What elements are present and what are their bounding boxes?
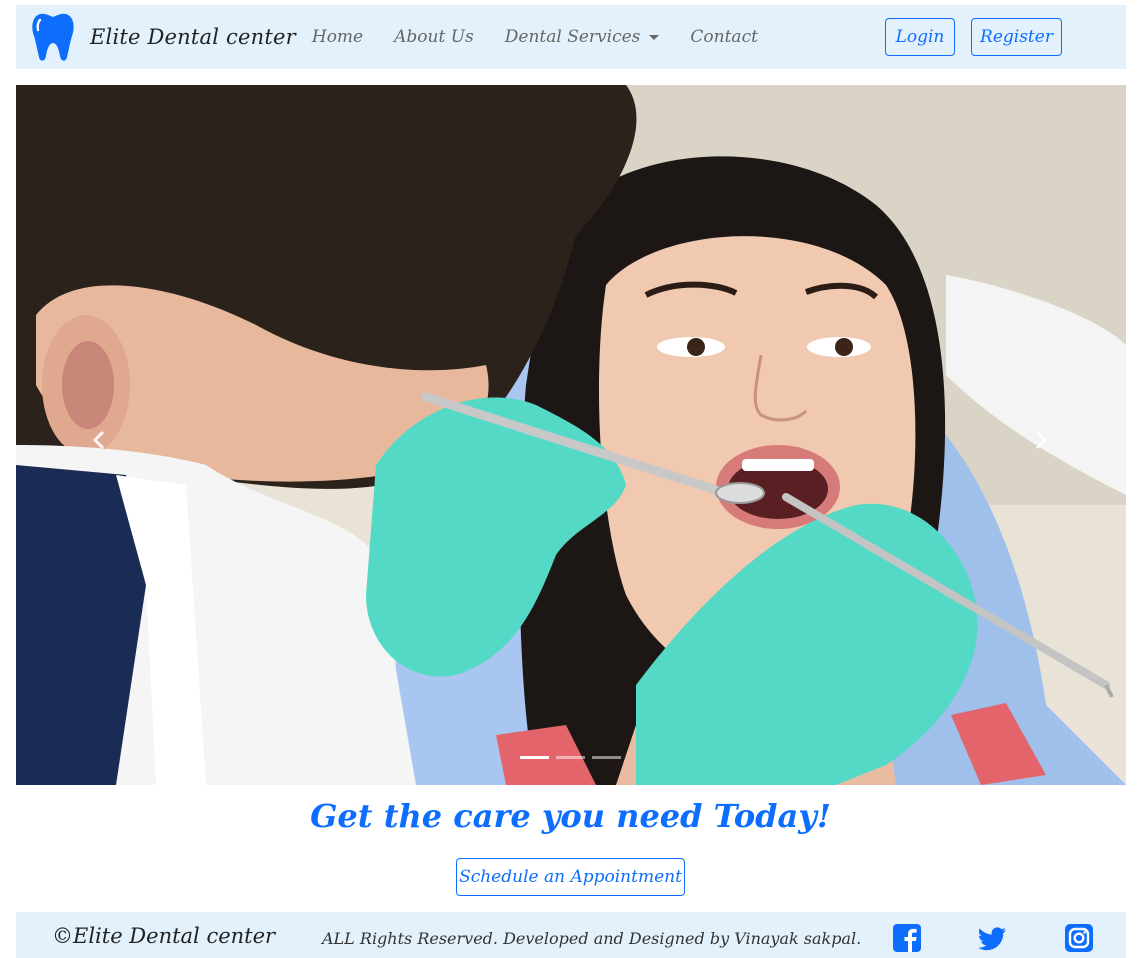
chevron-left-icon — [92, 430, 105, 450]
hero-tagline: Get the care you need Today! — [310, 797, 831, 835]
login-button[interactable]: Login — [885, 18, 955, 56]
footer: ©Elite Dental center ALL Rights Reserved… — [16, 912, 1126, 958]
tooth-logo-icon — [32, 13, 74, 61]
carousel-indicator-2[interactable] — [556, 756, 585, 759]
nav-link-about-us[interactable]: About Us — [394, 27, 474, 47]
register-button[interactable]: Register — [971, 18, 1062, 56]
caret-down-icon — [649, 34, 660, 40]
schedule-appointment-button[interactable]: Schedule an Appointment — [456, 858, 685, 896]
nav-link-home[interactable]: Home — [312, 27, 363, 47]
carousel-indicators — [520, 756, 628, 759]
nav-dropdown-label: Dental Services — [504, 27, 641, 47]
nav-links: Home About Us Dental Services Contact — [312, 27, 789, 47]
carousel-indicator-3[interactable] — [592, 756, 621, 759]
brand-name: Elite Dental center — [90, 25, 296, 49]
dentist-patient-image — [16, 85, 1126, 785]
carousel-prev-button[interactable] — [84, 425, 114, 455]
twitter-icon[interactable] — [977, 923, 1007, 953]
navbar: Elite Dental center Home About Us Dental… — [16, 5, 1126, 69]
brand[interactable]: Elite Dental center — [30, 11, 296, 63]
carousel-next-button[interactable] — [1026, 425, 1056, 455]
footer-rights-text: ALL Rights Reserved. Developed and Desig… — [322, 929, 862, 948]
nav-link-contact[interactable]: Contact — [690, 27, 758, 47]
chevron-right-icon — [1035, 430, 1048, 450]
facebook-icon[interactable] — [892, 923, 922, 953]
footer-copyright: ©Elite Dental center — [52, 924, 276, 948]
instagram-icon[interactable] — [1064, 923, 1094, 953]
carousel-indicator-1[interactable] — [520, 756, 549, 759]
nav-dropdown-dental-services[interactable]: Dental Services — [505, 27, 660, 47]
hero-carousel — [16, 85, 1126, 785]
